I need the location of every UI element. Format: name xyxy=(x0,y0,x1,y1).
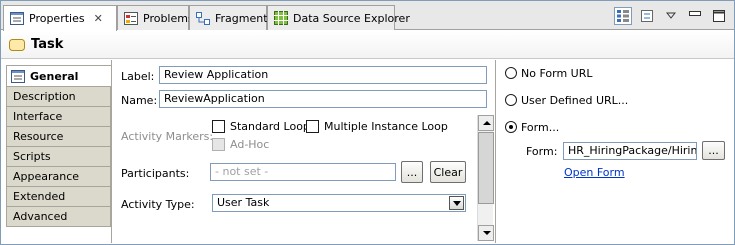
user-defined-url-label: User Defined URL... xyxy=(521,94,629,107)
data-source-icon xyxy=(274,11,288,25)
nav-item-label: Extended xyxy=(13,190,66,203)
activity-type-select[interactable]: User Task xyxy=(212,194,466,212)
chevron-down-icon[interactable] xyxy=(449,196,464,210)
nav-item-interface[interactable]: Interface xyxy=(6,107,111,127)
open-form-link[interactable]: Open Form xyxy=(564,166,625,179)
tab-properties[interactable]: Properties ✕ xyxy=(3,5,117,31)
multiple-instance-loop-checkbox[interactable] xyxy=(306,120,319,133)
ad-hoc-checkbox xyxy=(212,138,225,151)
view-menu-button[interactable] xyxy=(662,7,680,25)
nav-item-extended[interactable]: Extended xyxy=(6,187,111,207)
properties-icon xyxy=(10,12,24,25)
task-icon xyxy=(9,38,25,51)
activity-type-caption: Activity Type: xyxy=(121,198,195,211)
label-field[interactable]: Review Application xyxy=(159,66,487,84)
maximize-button[interactable] xyxy=(710,7,728,25)
activity-markers-caption: Activity Markers: xyxy=(121,130,214,143)
nav-item-label: Interface xyxy=(13,110,63,123)
form-field[interactable]: HR_HiringPackage/HiringPr xyxy=(563,142,697,160)
fragments-icon xyxy=(196,11,210,25)
filter-icon xyxy=(641,10,653,22)
problems-icon xyxy=(124,11,138,25)
scroll-down-icon[interactable] xyxy=(478,225,494,241)
no-form-url-label: No Form URL xyxy=(521,67,593,80)
scrollbar-thumb[interactable] xyxy=(478,132,494,204)
form-radio[interactable] xyxy=(505,121,517,133)
page-title: Task xyxy=(31,37,64,52)
scroll-up-icon[interactable] xyxy=(478,115,494,131)
tab-label: Fragments xyxy=(215,11,274,25)
nav-item-advanced[interactable]: Advanced xyxy=(6,207,111,227)
tab-label: Properties xyxy=(29,12,85,25)
tab-problems[interactable]: Problems xyxy=(117,5,194,30)
chevron-down-icon xyxy=(666,12,676,19)
categories-icon xyxy=(617,10,629,22)
activity-type-value: User Task xyxy=(217,196,270,209)
tab-data-source-explorer[interactable]: Data Source Explorer xyxy=(267,5,410,30)
clear-button[interactable]: Clear xyxy=(430,161,466,183)
section-nav: General Description Interface Resource S… xyxy=(6,65,112,227)
tab-label: Data Source Explorer xyxy=(293,11,410,25)
nav-item-scripts[interactable]: Scripts xyxy=(6,147,111,167)
nav-item-general[interactable]: General xyxy=(6,65,112,87)
nav-item-label: Scripts xyxy=(13,150,51,163)
general-section: Label: Review Application Name: ReviewAp… xyxy=(111,60,494,243)
participants-caption: Participants: xyxy=(121,167,190,180)
minimize-icon xyxy=(689,11,701,16)
form-section: No Form URL User Defined URL... Form... … xyxy=(495,60,734,243)
participants-browse-button[interactable]: ... xyxy=(401,161,423,183)
form-radio-label: Form... xyxy=(521,121,560,134)
standard-loop-checkbox[interactable] xyxy=(212,120,225,133)
tab-label: Problems xyxy=(143,11,194,25)
standard-loop-label: Standard Loop xyxy=(230,120,310,133)
properties-title-bar: Task xyxy=(1,31,734,59)
multiple-instance-loop-label: Multiple Instance Loop xyxy=(324,120,448,133)
maximize-icon xyxy=(713,10,725,22)
minimize-button[interactable] xyxy=(686,7,704,25)
name-field[interactable]: ReviewApplication xyxy=(159,90,487,108)
properties-icon xyxy=(11,69,25,83)
user-defined-url-radio[interactable] xyxy=(505,94,517,106)
nav-item-description[interactable]: Description xyxy=(6,87,111,107)
form-caption: Form: xyxy=(526,145,558,158)
name-caption: Name: xyxy=(121,94,158,107)
view-tab-bar: Properties ✕ Problems Fragments Data Sou… xyxy=(1,1,734,31)
form-browse-button[interactable]: ... xyxy=(702,141,725,160)
label-caption: Label: xyxy=(121,70,155,83)
nav-item-label: Appearance xyxy=(13,170,80,183)
general-scrollbar[interactable] xyxy=(477,115,494,241)
tab-fragments[interactable]: Fragments xyxy=(189,5,273,30)
no-form-url-radio[interactable] xyxy=(505,67,517,79)
nav-item-label: Advanced xyxy=(13,210,68,223)
close-icon[interactable]: ✕ xyxy=(94,12,103,25)
nav-item-label: Description xyxy=(13,90,76,103)
properties-view: Properties ✕ Problems Fragments Data Sou… xyxy=(0,0,735,245)
nav-item-resource[interactable]: Resource xyxy=(6,127,111,147)
view-toolbar xyxy=(614,7,728,25)
ad-hoc-label: Ad-Hoc xyxy=(230,138,270,151)
nav-item-label: General xyxy=(30,69,79,83)
advanced-toggle-button[interactable] xyxy=(638,7,656,25)
nav-item-label: Resource xyxy=(13,130,64,143)
participants-field[interactable]: - not set - xyxy=(210,163,396,181)
categories-toggle-button[interactable] xyxy=(614,7,632,25)
nav-item-appearance[interactable]: Appearance xyxy=(6,167,111,187)
